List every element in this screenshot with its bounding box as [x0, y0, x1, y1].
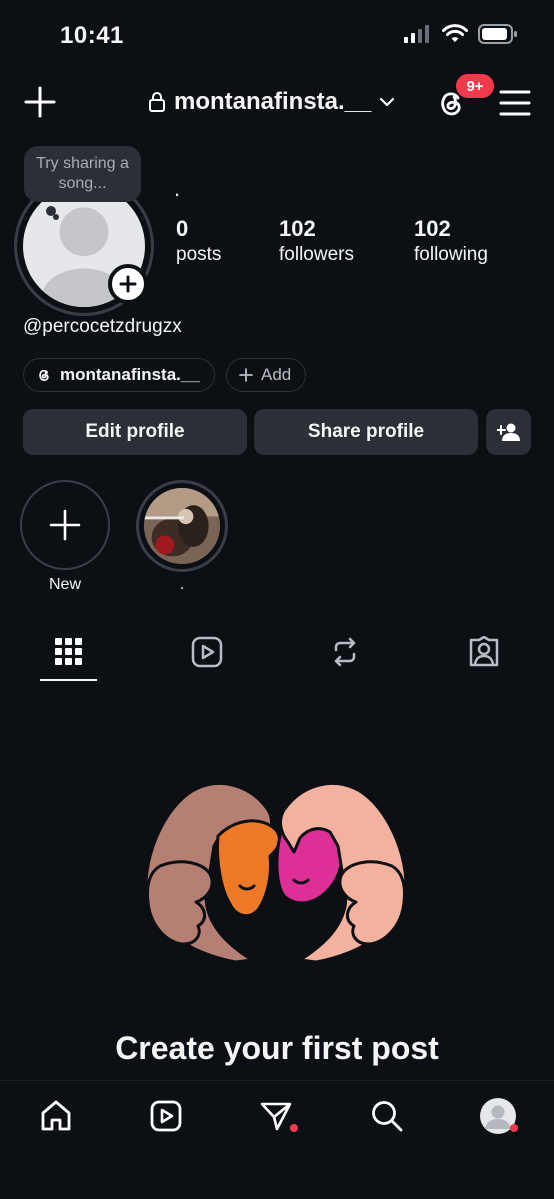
lock-icon [149, 92, 165, 112]
tab-reels[interactable] [187, 632, 227, 672]
stat-value: 102 [279, 216, 316, 241]
search-icon [372, 1101, 403, 1132]
stat-followers[interactable]: 102 followers [279, 216, 354, 266]
active-tab-indicator [40, 679, 97, 681]
status-time: 10:41 [60, 22, 124, 49]
display-name: . [174, 176, 181, 201]
reels-icon [191, 636, 223, 668]
header-username: montanafinsta.__ [174, 88, 372, 115]
status-icons [404, 24, 518, 44]
reposts-icon [334, 637, 356, 667]
add-chip-label: Add [261, 365, 292, 384]
tagged-icon [469, 636, 499, 667]
grid-icon [55, 638, 82, 665]
nav-search[interactable] [367, 1096, 407, 1136]
reels-icon [150, 1100, 182, 1132]
stat-following[interactable]: 102 following [414, 216, 488, 266]
home-icon [41, 1100, 71, 1131]
profile-handle: @percocetzdrugzx [23, 316, 182, 337]
add-person-icon [496, 423, 520, 441]
share-profile-button[interactable]: Share profile [254, 409, 478, 455]
messages-unread-dot [290, 1124, 298, 1132]
wifi-icon [442, 24, 468, 42]
stat-posts[interactable]: 0 posts [176, 216, 221, 266]
highlight-label: New [48, 576, 81, 593]
stat-value: 102 [414, 216, 451, 241]
note-bubble-tail [53, 214, 59, 220]
empty-state-title: Create your first post [115, 1030, 439, 1066]
highlight-cover-image [144, 488, 220, 564]
discover-people-button[interactable] [486, 409, 531, 455]
note-bubble[interactable]: Try sharing a song... [24, 146, 141, 202]
tab-tagged[interactable] [464, 632, 504, 672]
heart-hands-illustration [144, 781, 408, 964]
account-switcher[interactable]: montanafinsta.__ [148, 88, 395, 116]
threads-profile-chip[interactable]: montanafinsta.__ [23, 358, 215, 392]
threads-icon [39, 369, 49, 382]
plus-icon [119, 275, 137, 293]
tab-posts-grid[interactable] [49, 632, 89, 672]
plus-icon [239, 368, 253, 382]
new-highlight-button[interactable] [20, 480, 110, 570]
profile-notification-dot [510, 1124, 518, 1132]
signal-bars-icon [404, 25, 429, 43]
story-highlight[interactable] [136, 480, 228, 572]
stat-value: 0 [176, 216, 189, 241]
add-link-chip[interactable]: Add [226, 358, 306, 392]
threads-chip-label: montanafinsta.__ [60, 365, 200, 384]
messages-icon [260, 1102, 292, 1131]
stat-label: following [414, 244, 488, 265]
plus-icon [49, 509, 81, 541]
chevron-down-icon [380, 97, 395, 107]
menu-icon[interactable] [498, 88, 532, 118]
add-story-button[interactable] [108, 264, 148, 304]
notification-badge: 9+ [456, 74, 494, 98]
battery-icon [478, 24, 517, 44]
stat-label: posts [176, 244, 222, 265]
nav-reels[interactable] [146, 1096, 186, 1136]
stat-label: followers [279, 244, 354, 265]
tab-reposts[interactable] [325, 632, 365, 672]
create-plus-icon[interactable] [24, 86, 56, 118]
highlight-label: . [179, 576, 185, 593]
edit-profile-button[interactable]: Edit profile [23, 409, 247, 455]
nav-home[interactable] [36, 1096, 76, 1136]
